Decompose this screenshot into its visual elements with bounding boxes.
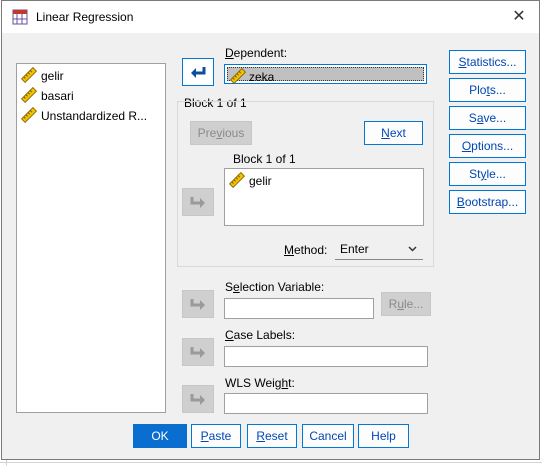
case-labels-field[interactable]	[224, 346, 428, 367]
wls-weight-field[interactable]	[224, 393, 428, 414]
linear-regression-dialog: Linear Regression ✕ gelir basari Unstand…	[1, 0, 540, 460]
title-bar: Linear Regression ✕	[2, 1, 539, 33]
previous-button[interactable]: Previous	[190, 121, 252, 145]
selection-variable-field[interactable]	[224, 298, 374, 319]
scale-ruler-icon	[21, 87, 37, 103]
variable-list[interactable]: gelir basari Unstandardized R...	[16, 63, 166, 413]
dependent-label: Dependent:	[225, 46, 288, 60]
case-labels-label: Case Labels:	[225, 328, 296, 342]
method-value: Enter	[340, 242, 369, 256]
move-to-dependent-button[interactable]	[182, 58, 214, 86]
method-select[interactable]: Enter	[335, 238, 423, 260]
move-to-case-labels-button[interactable]	[182, 338, 214, 366]
selection-variable-label: Selection Variable:	[225, 280, 325, 294]
list-item[interactable]: basari	[21, 86, 74, 106]
scale-ruler-icon	[229, 172, 245, 188]
scale-ruler-icon	[21, 107, 37, 123]
help-button[interactable]: Help	[358, 424, 409, 448]
window-title: Linear Regression	[36, 10, 134, 24]
variable-name: basari	[41, 89, 74, 103]
plots-button[interactable]: Plots...	[449, 78, 526, 102]
list-item[interactable]: gelir	[21, 66, 64, 86]
save-button[interactable]: Save...	[449, 106, 526, 130]
next-button[interactable]: Next	[364, 121, 423, 145]
scale-ruler-icon	[21, 67, 37, 83]
arrow-left-icon	[191, 67, 206, 78]
statistics-button[interactable]: Statistics...	[449, 50, 526, 74]
dependent-value: zeka	[249, 70, 275, 84]
variable-name: Unstandardized R...	[41, 109, 148, 123]
ok-button[interactable]: OK	[133, 424, 187, 448]
close-button[interactable]: ✕	[499, 1, 539, 33]
list-item[interactable]: gelir	[229, 171, 272, 191]
arrow-right-icon	[190, 394, 205, 405]
arrow-right-icon	[190, 347, 205, 358]
move-to-wls-weight-button[interactable]	[182, 385, 214, 413]
arrow-right-icon	[190, 299, 205, 310]
arrow-right-icon	[190, 197, 205, 208]
options-button[interactable]: Options...	[449, 134, 526, 158]
independents-list[interactable]: gelir	[224, 168, 424, 226]
chevron-down-icon	[408, 246, 417, 252]
variable-name: gelir	[41, 69, 64, 83]
style-button[interactable]: Style...	[449, 162, 526, 186]
method-label: Method:	[284, 243, 328, 257]
paste-button[interactable]: Paste	[191, 424, 241, 448]
bootstrap-button[interactable]: Bootstrap...	[449, 190, 526, 214]
dependent-variable-item[interactable]: zeka	[227, 67, 424, 84]
rule-button[interactable]: Rule...	[381, 292, 431, 316]
grid-line	[0, 462, 542, 463]
block-inner-label: Block 1 of 1	[233, 152, 296, 166]
cancel-button[interactable]: Cancel	[302, 424, 354, 448]
reset-button[interactable]: Reset	[247, 424, 297, 448]
move-to-selection-variable-button[interactable]	[182, 290, 214, 318]
independent-variable-name: gelir	[249, 174, 272, 188]
wls-weight-label: WLS Weight:	[225, 376, 295, 390]
spss-app-icon	[12, 9, 28, 25]
move-to-independents-button[interactable]	[182, 188, 214, 216]
list-item[interactable]: Unstandardized R...	[21, 106, 147, 126]
scale-ruler-icon	[230, 68, 246, 84]
dependent-field[interactable]: zeka	[224, 64, 427, 84]
